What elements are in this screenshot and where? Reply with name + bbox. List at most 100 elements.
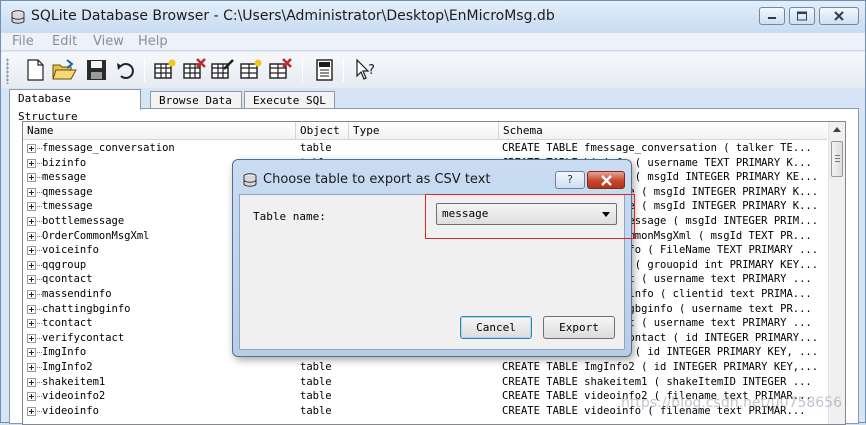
save-database-button[interactable] bbox=[83, 57, 109, 83]
expand-icon[interactable] bbox=[27, 406, 36, 416]
delete-index-button[interactable] bbox=[267, 57, 293, 83]
row-name: videoinfo bbox=[42, 404, 99, 417]
modify-table-icon bbox=[211, 59, 234, 79]
row-name: bizinfo bbox=[42, 156, 87, 169]
new-database-button[interactable] bbox=[22, 57, 48, 83]
row-name: shakeitem1 bbox=[42, 375, 106, 388]
save-icon bbox=[87, 60, 106, 80]
expand-icon[interactable] bbox=[27, 246, 36, 256]
app-window: SQLite Database Browser - C:\Users\Admin… bbox=[0, 0, 866, 425]
modify-table-button[interactable] bbox=[209, 57, 235, 83]
maximize-icon bbox=[797, 11, 807, 21]
row-name: ImgInfo bbox=[42, 346, 87, 359]
close-window-button[interactable] bbox=[819, 7, 859, 25]
expand-icon[interactable] bbox=[27, 289, 36, 299]
vertical-scrollbar[interactable] bbox=[828, 122, 845, 424]
menu-edit[interactable]: Edit bbox=[52, 34, 77, 49]
create-table-button[interactable] bbox=[152, 57, 178, 83]
log-icon bbox=[316, 59, 333, 81]
toolbar-separator bbox=[144, 58, 145, 82]
row-name: chattingbginfo bbox=[42, 302, 131, 315]
delete-index-icon bbox=[269, 58, 292, 79]
expand-icon[interactable] bbox=[27, 144, 36, 153]
maximize-button[interactable] bbox=[789, 7, 815, 25]
title-bar[interactable]: SQLite Database Browser - C:\Users\Admin… bbox=[1, 1, 865, 33]
row-name: voiceinfo bbox=[42, 244, 99, 257]
export-button[interactable]: Export bbox=[543, 316, 615, 339]
expand-icon[interactable] bbox=[27, 187, 36, 197]
close-icon bbox=[834, 11, 844, 21]
menu-view[interactable]: View bbox=[93, 34, 124, 49]
expand-icon[interactable] bbox=[27, 392, 36, 402]
row-name: ImgInfo2 bbox=[42, 360, 93, 373]
row-name: massendinfo bbox=[42, 287, 112, 300]
tab-database-structure[interactable]: Database Structure bbox=[9, 89, 141, 123]
expand-icon[interactable] bbox=[27, 362, 36, 372]
database-icon bbox=[243, 173, 257, 187]
undo-icon bbox=[117, 63, 134, 79]
table-name-select[interactable]: message bbox=[436, 203, 617, 225]
expand-icon[interactable] bbox=[27, 260, 36, 270]
expand-icon[interactable] bbox=[27, 319, 36, 329]
row-name: bottlemessage bbox=[42, 214, 125, 227]
expand-icon[interactable] bbox=[27, 333, 36, 343]
row-name: tcontact bbox=[42, 317, 93, 330]
minimize-icon bbox=[768, 17, 776, 19]
menu-help[interactable]: Help bbox=[138, 34, 168, 49]
delete-table-button[interactable] bbox=[181, 57, 207, 83]
row-object: table bbox=[300, 142, 332, 154]
row-name: fmessage_conversation bbox=[42, 142, 175, 154]
row-name: message bbox=[42, 171, 87, 184]
row-object: table bbox=[300, 404, 332, 417]
selected-table-value: message bbox=[442, 207, 489, 220]
query-log-button[interactable] bbox=[311, 57, 337, 83]
minimize-button[interactable] bbox=[759, 7, 785, 25]
dropdown-arrow-icon bbox=[602, 212, 610, 217]
new-file-icon bbox=[27, 59, 44, 81]
table-row[interactable]: shakeitem1 table CREATE TABLE shakeitem1 (… bbox=[23, 375, 827, 390]
expand-icon[interactable] bbox=[27, 304, 36, 314]
open-database-button[interactable] bbox=[51, 57, 77, 83]
cancel-button[interactable]: Cancel bbox=[460, 316, 532, 339]
delete-table-icon bbox=[183, 58, 206, 79]
expand-icon[interactable] bbox=[27, 231, 36, 241]
create-index-button[interactable] bbox=[238, 57, 264, 83]
tab-browse-data[interactable]: Browse Data bbox=[150, 91, 242, 109]
column-header-row: Name Object Type Schema bbox=[23, 122, 827, 140]
expand-icon[interactable] bbox=[27, 173, 36, 183]
menu-file[interactable]: File bbox=[12, 34, 34, 49]
row-object: table bbox=[300, 390, 332, 403]
whats-this-icon: ? bbox=[356, 58, 375, 80]
row-schema: CREATE TABLE shakeitem1 ( shakeItemID IN… bbox=[502, 375, 812, 388]
expand-icon[interactable] bbox=[27, 348, 36, 358]
dialog-body: Table name: message Cancel Export bbox=[239, 194, 625, 350]
column-header-schema[interactable]: Schema bbox=[499, 122, 827, 140]
expand-icon[interactable] bbox=[27, 377, 36, 387]
scrollbar-thumb[interactable] bbox=[831, 141, 843, 177]
create-index-icon bbox=[240, 59, 262, 79]
dialog-help-button[interactable]: ? bbox=[555, 171, 585, 189]
dialog-close-button[interactable] bbox=[587, 171, 625, 189]
expand-icon[interactable] bbox=[27, 275, 36, 285]
table-name-label: Table name: bbox=[253, 210, 326, 223]
table-row[interactable]: ImgInfo2 table CREATE TABLE ImgInfo2 ( id … bbox=[23, 360, 827, 375]
row-object: table bbox=[300, 360, 332, 373]
menu-bar: File Edit View Help bbox=[1, 33, 865, 51]
expand-icon[interactable] bbox=[27, 158, 36, 168]
table-row[interactable]: fmessage_conversation table CREATE TABLE f… bbox=[23, 141, 827, 156]
whats-this-help-button[interactable]: ? bbox=[353, 57, 379, 83]
database-icon bbox=[11, 10, 25, 24]
expand-icon[interactable] bbox=[27, 202, 36, 212]
toolbar-grip[interactable] bbox=[6, 58, 9, 84]
tab-execute-sql[interactable]: Execute SQL bbox=[244, 91, 335, 109]
row-name: videoinfo2 bbox=[42, 390, 106, 403]
expand-icon[interactable] bbox=[27, 216, 36, 226]
column-header-object[interactable]: Object bbox=[296, 122, 349, 140]
open-folder-icon bbox=[52, 59, 77, 80]
row-schema: CREATE TABLE ImgInfo2 ( id INTEGER PRIMA… bbox=[502, 360, 819, 373]
column-header-type[interactable]: Type bbox=[349, 122, 499, 140]
revert-changes-button[interactable] bbox=[113, 57, 139, 83]
scroll-up-arrow-icon[interactable] bbox=[833, 127, 841, 132]
row-name: qqgroup bbox=[42, 258, 87, 271]
row-name: OrderCommonMsgXml bbox=[42, 229, 150, 242]
